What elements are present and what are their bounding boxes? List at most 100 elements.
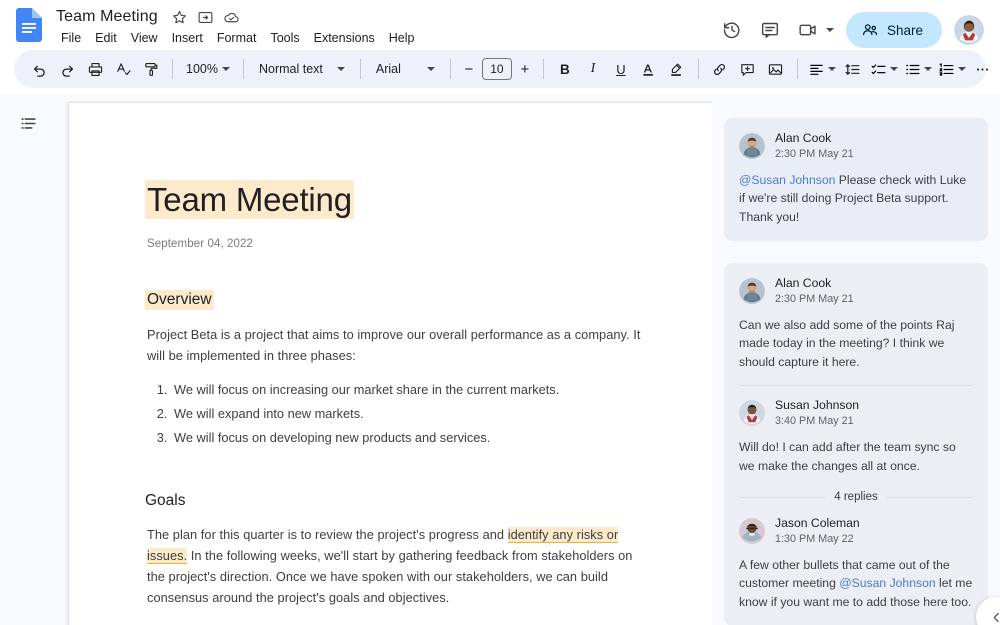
toolbar-divider [242, 59, 244, 79]
heading-overview[interactable]: Overview [145, 289, 214, 310]
document-scroll-area[interactable]: Team Meeting September 04, 2022 Overview… [56, 94, 712, 625]
menu-item-view[interactable]: View [124, 29, 165, 47]
list-item[interactable]: We will focus on increasing our market s… [171, 380, 648, 400]
title-and-menu-block: Team Meeting File Edit View Insert Forma… [54, 6, 422, 47]
menu-item-file[interactable]: File [54, 29, 88, 47]
title-icon-group [171, 9, 240, 26]
people-share-icon [862, 24, 878, 36]
comment-timestamp: 3:40 PM May 21 [775, 415, 854, 428]
comment-thread[interactable]: Alan Cook 2:30 PM May 21 Can we also add… [724, 263, 988, 625]
paragraph-style-control[interactable]: Normal text [251, 55, 353, 83]
replies-count-label[interactable]: 4 replies [834, 491, 877, 503]
menu-item-extensions[interactable]: Extensions [307, 29, 382, 47]
version-history-icon[interactable] [715, 13, 749, 47]
chevron-left-icon [993, 612, 999, 622]
print-icon[interactable] [81, 55, 109, 83]
replies-divider-row: 4 replies [739, 491, 973, 503]
text-color-icon[interactable] [635, 55, 663, 83]
insert-link-icon[interactable] [706, 55, 734, 83]
document-title-line: Team Meeting [145, 180, 648, 220]
comment-meta: Alan Cook 2:30 PM May 21 [775, 131, 854, 161]
checklist-chevron-down-icon [889, 67, 898, 71]
font-size-decrease-button[interactable]: − [458, 57, 480, 81]
google-docs-logo[interactable] [16, 8, 42, 42]
bold-label: B [560, 61, 570, 77]
numbered-list-control[interactable] [935, 55, 969, 83]
comment-body: Can we also add some of the points Raj m… [739, 317, 955, 369]
list-item[interactable]: We will expand into new markets. [171, 404, 648, 424]
bulleted-list-icon [906, 64, 920, 74]
menu-item-tools[interactable]: Tools [263, 29, 306, 47]
page-title[interactable]: Team Meeting [145, 180, 354, 219]
line-spacing-icon[interactable] [839, 55, 867, 83]
star-icon[interactable] [171, 9, 188, 26]
share-button[interactable]: Share [845, 12, 942, 48]
bold-button[interactable]: B [551, 55, 579, 83]
zoom-control[interactable]: 100% [180, 55, 236, 83]
comments-pane: Alan Cook 2:30 PM May 21 @Susan Johnson … [712, 94, 1000, 625]
menu-item-edit[interactable]: Edit [88, 29, 124, 47]
zoom-value: 100% [186, 62, 218, 76]
menu-bar: File Edit View Insert Format Tools Exten… [54, 29, 422, 47]
font-size-increase-button[interactable]: + [514, 57, 536, 81]
user-avatar[interactable] [954, 15, 984, 45]
toolbar-wrapper: 100% Normal text Arial − 10 + B I U [0, 50, 1000, 94]
comment-meta: Jason Coleman 1:30 PM May 22 [775, 516, 860, 546]
comment-meta: Alan Cook 2:30 PM May 21 [775, 276, 854, 306]
redo-icon[interactable] [53, 55, 81, 83]
comment-timestamp: 1:30 PM May 22 [775, 532, 854, 545]
numbered-list-icon [939, 62, 954, 76]
alan-cook-avatar [739, 132, 765, 159]
document-date[interactable]: September 04, 2022 [147, 238, 648, 250]
add-comment-icon[interactable] [734, 55, 762, 83]
comment-author: Susan Johnson [775, 398, 860, 413]
comment-header: Jason Coleman 1:30 PM May 22 [739, 516, 973, 546]
italic-button[interactable]: I [579, 55, 607, 83]
bulleted-list-control[interactable] [901, 55, 935, 83]
document-page[interactable]: Team Meeting September 04, 2022 Overview… [68, 102, 712, 625]
checklist-control[interactable] [867, 55, 901, 83]
comment-author: Alan Cook [775, 131, 832, 145]
toolbar-divider [542, 59, 544, 79]
underline-label: U [616, 61, 626, 77]
insert-image-icon[interactable] [762, 55, 790, 83]
section-overview: Overview Project Beta is a project that … [145, 250, 648, 448]
comment-thread[interactable]: Alan Cook 2:30 PM May 21 @Susan Johnson … [724, 118, 988, 242]
goals-paragraph-1[interactable]: The plan for this quarter is to review t… [147, 524, 648, 608]
comment-timestamp: 2:30 PM May 21 [775, 147, 854, 160]
divider-line [739, 496, 826, 498]
menu-item-insert[interactable]: Insert [165, 29, 210, 47]
comment-header: Alan Cook 2:30 PM May 21 [739, 276, 973, 306]
document-title[interactable]: Team Meeting [54, 8, 160, 26]
paint-format-icon[interactable] [137, 55, 165, 83]
menu-item-format[interactable]: Format [210, 29, 264, 47]
meet-chevron-down-icon[interactable] [825, 28, 834, 32]
list-item[interactable]: We will focus on developing new products… [171, 428, 648, 448]
comment-header: Alan Cook 2:30 PM May 21 [739, 131, 973, 161]
cloud-saved-icon[interactable] [223, 9, 240, 26]
font-family-control[interactable]: Arial [368, 55, 443, 83]
open-comment-history-icon[interactable] [753, 13, 787, 47]
share-button-label: Share [886, 22, 923, 38]
move-to-folder-icon[interactable] [197, 9, 214, 26]
more-options-icon[interactable] [969, 55, 997, 83]
align-control[interactable] [805, 55, 839, 83]
underline-button[interactable]: U [607, 55, 635, 83]
comment-body: @Susan Johnson Please check with Luke if… [739, 171, 973, 227]
overview-paragraph[interactable]: Project Beta is a project that aims to i… [147, 324, 648, 366]
section-goals: Goals The plan for this quarter is to re… [145, 452, 648, 625]
menu-item-help[interactable]: Help [382, 29, 422, 47]
comment-author: Alan Cook [775, 276, 832, 291]
highlight-color-icon[interactable] [663, 55, 691, 83]
spellcheck-icon[interactable] [109, 55, 137, 83]
undo-icon[interactable] [25, 55, 53, 83]
comment-timestamp: 2:30 PM May 21 [775, 292, 854, 305]
mention-link[interactable]: @Susan Johnson [839, 576, 935, 590]
google-meet-camera-icon[interactable] [791, 13, 825, 47]
mention-link[interactable]: @Susan Johnson [739, 173, 835, 187]
document-outline-icon[interactable] [13, 108, 43, 138]
heading-goals[interactable]: Goals [145, 492, 186, 510]
style-chevron-down-icon [336, 67, 345, 71]
font-size-input[interactable]: 10 [481, 58, 512, 80]
susan-johnson-avatar [739, 400, 765, 427]
